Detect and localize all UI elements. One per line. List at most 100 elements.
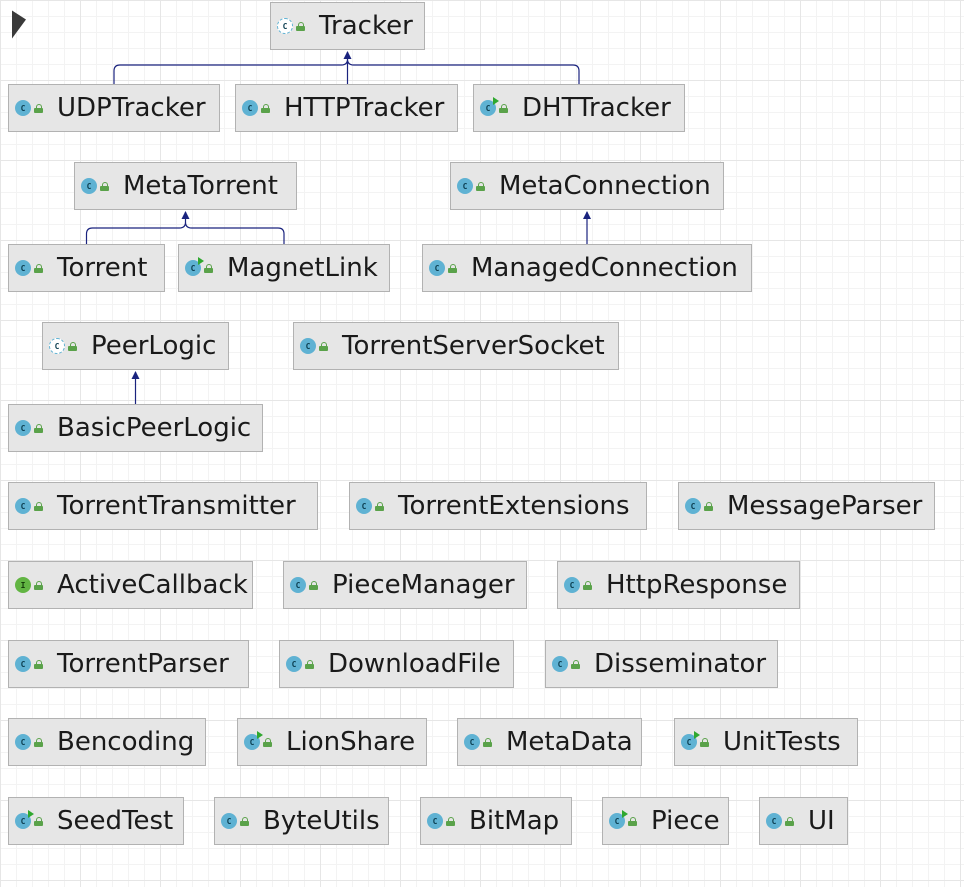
runnable-class-icon: C <box>15 810 34 829</box>
public-lock-icon <box>319 341 329 351</box>
runnable-class-icon: C <box>185 257 204 276</box>
class-icon: C <box>15 498 31 514</box>
class-node-torrentparser[interactable]: C TorrentParser <box>8 640 249 688</box>
public-lock-icon <box>628 816 638 826</box>
class-icon: C <box>286 656 302 672</box>
class-name-label: TorrentTransmitter <box>57 491 296 521</box>
class-name-label: Disseminator <box>594 649 767 679</box>
inheritance-arrowhead-metatorrent <box>181 211 190 219</box>
class-node-udptracker[interactable]: C UDPTracker <box>8 84 220 132</box>
class-name-label: TorrentServerSocket <box>342 331 605 361</box>
abstract-class-icon: C <box>49 338 65 354</box>
public-lock-icon <box>34 737 44 747</box>
class-icon: C <box>427 813 443 829</box>
class-icon: C <box>464 734 480 750</box>
class-name-label: HTTPTracker <box>284 93 445 123</box>
public-lock-icon <box>571 659 581 669</box>
public-lock-icon <box>68 341 78 351</box>
inheritance-arrowhead-peerlogic <box>131 371 140 379</box>
class-icon: C <box>564 577 580 593</box>
class-node-disseminator[interactable]: C Disseminator <box>545 640 778 688</box>
public-lock-icon <box>204 263 214 273</box>
class-name-label: Tracker <box>319 11 413 41</box>
class-node-metaconnection[interactable]: C MetaConnection <box>450 162 724 210</box>
public-lock-icon <box>483 737 493 747</box>
class-node-httptracker[interactable]: C HTTPTracker <box>235 84 458 132</box>
class-node-magnetlink[interactable]: C MagnetLink <box>178 244 390 292</box>
class-node-metadata[interactable]: C MetaData <box>457 718 642 766</box>
class-name-label: DHTTracker <box>522 93 671 123</box>
class-icon: C <box>81 178 97 194</box>
class-node-basicpeerlogic[interactable]: C BasicPeerLogic <box>8 404 263 452</box>
inheritance-arrowhead-metaconnection <box>583 211 591 219</box>
uml-class-diagram: C Tracker C UDPTracker C HTTPTracker C DHTTrack… <box>0 0 964 887</box>
class-icon: C <box>457 178 473 194</box>
public-lock-icon <box>583 580 593 590</box>
runnable-class-icon: C <box>681 731 700 750</box>
class-icon: C <box>15 656 31 672</box>
public-lock-icon <box>476 181 486 191</box>
public-lock-icon <box>34 580 44 590</box>
class-name-label: HttpResponse <box>606 570 788 600</box>
class-node-byteutils[interactable]: C ByteUtils <box>214 797 389 845</box>
public-lock-icon <box>375 501 385 511</box>
interface-icon: I <box>15 577 31 593</box>
class-node-torrent[interactable]: C Torrent <box>8 244 165 292</box>
class-name-label: PeerLogic <box>91 331 217 361</box>
class-name-label: UI <box>808 806 835 836</box>
class-icon: C <box>15 420 31 436</box>
public-lock-icon <box>296 21 306 31</box>
class-node-seedtest[interactable]: C SeedTest <box>8 797 184 845</box>
public-lock-icon <box>34 816 44 826</box>
public-lock-icon <box>34 263 44 273</box>
class-node-peerlogic[interactable]: C PeerLogic <box>42 322 229 370</box>
class-node-tracker[interactable]: C Tracker <box>270 2 425 50</box>
class-node-bencoding[interactable]: C Bencoding <box>8 718 206 766</box>
class-node-managedconnection[interactable]: C ManagedConnection <box>422 244 752 292</box>
class-node-ui[interactable]: C UI <box>759 797 848 845</box>
class-node-downloadfile[interactable]: C DownloadFile <box>279 640 514 688</box>
class-node-torrenttransmitter[interactable]: C TorrentTransmitter <box>8 482 318 530</box>
class-icon: C <box>221 813 237 829</box>
public-lock-icon <box>446 816 456 826</box>
public-lock-icon <box>34 659 44 669</box>
class-node-torrentextensions[interactable]: C TorrentExtensions <box>349 482 647 530</box>
class-icon: C <box>429 260 445 276</box>
class-node-activecallback[interactable]: I ActiveCallback <box>8 561 253 609</box>
public-lock-icon <box>34 501 44 511</box>
class-name-label: LionShare <box>286 727 416 757</box>
class-icon: C <box>15 734 31 750</box>
class-name-label: ActiveCallback <box>57 570 248 600</box>
class-icon: C <box>685 498 701 514</box>
public-lock-icon <box>700 737 710 747</box>
class-name-label: ManagedConnection <box>471 253 738 283</box>
runnable-class-icon: C <box>480 97 499 116</box>
class-icon: C <box>552 656 568 672</box>
class-node-torrentserversocket[interactable]: C TorrentServerSocket <box>293 322 619 370</box>
class-node-lionshare[interactable]: C LionShare <box>237 718 427 766</box>
class-name-label: MetaTorrent <box>123 171 278 201</box>
class-node-messageparser[interactable]: C MessageParser <box>678 482 935 530</box>
class-node-httpresponse[interactable]: C HttpResponse <box>557 561 800 609</box>
public-lock-icon <box>309 580 319 590</box>
class-node-dhttracker[interactable]: C DHTTracker <box>473 84 685 132</box>
class-node-piece[interactable]: C Piece <box>602 797 729 845</box>
public-lock-icon <box>305 659 315 669</box>
class-node-unittests[interactable]: C UnitTests <box>674 718 858 766</box>
mouse-cursor-icon <box>12 5 26 39</box>
class-name-label: MetaData <box>506 727 633 757</box>
abstract-class-icon: C <box>277 18 293 34</box>
runnable-class-icon: C <box>609 810 628 829</box>
class-icon: C <box>290 577 306 593</box>
public-lock-icon <box>499 103 509 113</box>
class-node-metatorrent[interactable]: C MetaTorrent <box>74 162 297 210</box>
class-name-label: PieceManager <box>332 570 515 600</box>
class-icon: C <box>356 498 372 514</box>
public-lock-icon <box>704 501 714 511</box>
public-lock-icon <box>785 816 795 826</box>
class-name-label: UDPTracker <box>57 93 206 123</box>
class-node-piecemanager[interactable]: C PieceManager <box>283 561 527 609</box>
class-name-label: BasicPeerLogic <box>57 413 252 443</box>
class-node-bitmap[interactable]: C BitMap <box>420 797 572 845</box>
class-icon: C <box>242 100 258 116</box>
